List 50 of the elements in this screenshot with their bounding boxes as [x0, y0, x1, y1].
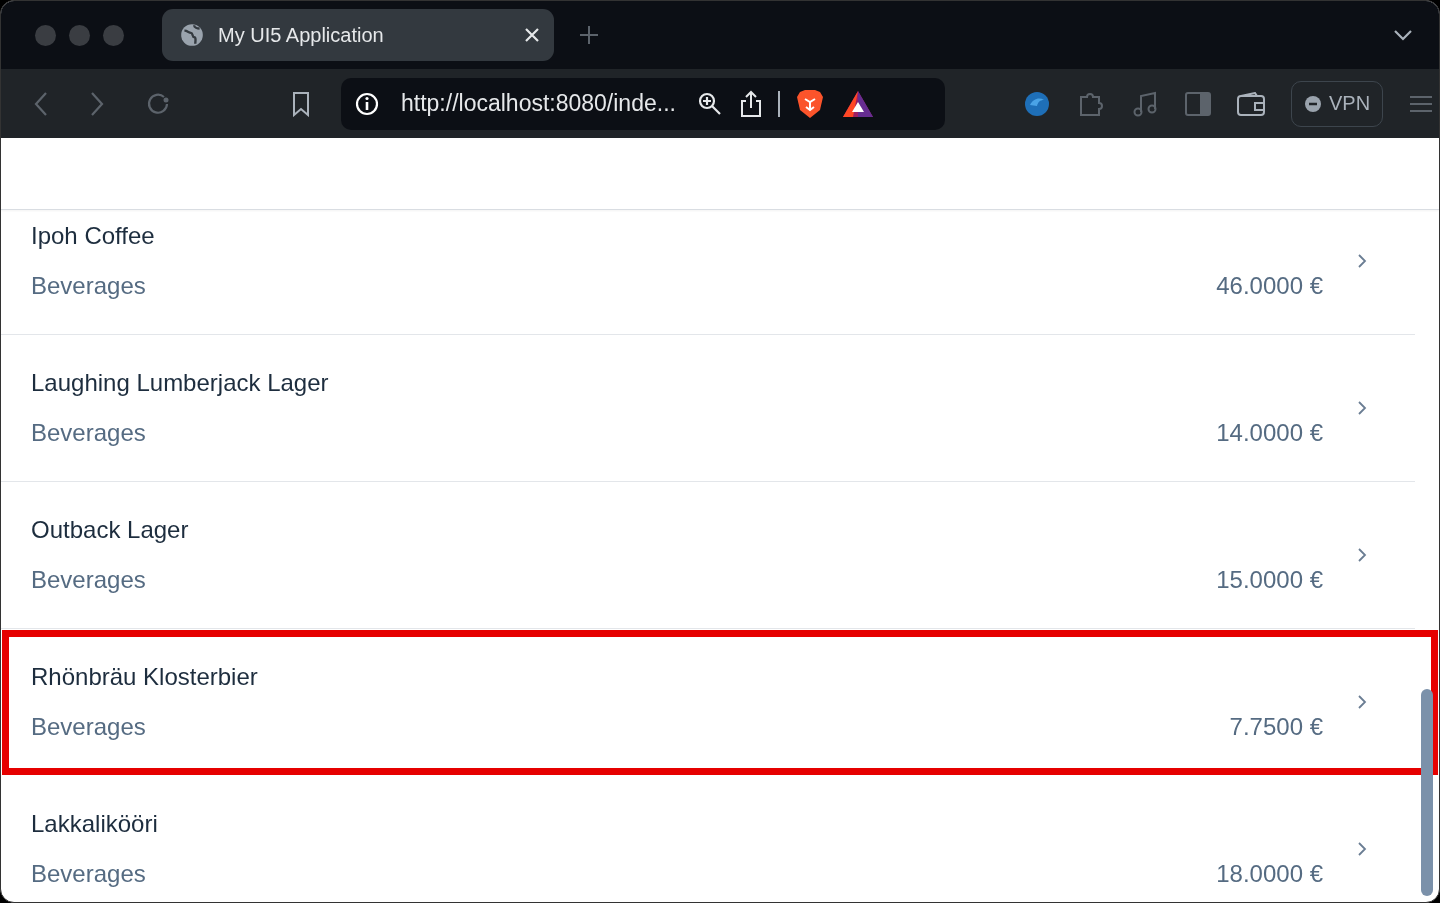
forward-icon[interactable]	[89, 90, 105, 117]
bird-icon[interactable]	[1023, 89, 1051, 118]
back-icon[interactable]	[33, 90, 49, 117]
product-price: 14.0000 €	[1216, 419, 1323, 447]
scrollbar-thumb[interactable]	[1421, 689, 1433, 896]
chevron-right-icon	[1357, 694, 1367, 710]
chevron-right-icon	[1357, 253, 1367, 269]
product-category: Beverages	[31, 419, 146, 447]
menu-icon[interactable]	[1409, 94, 1434, 113]
product-category: Beverages	[31, 860, 146, 888]
product-price: 46.0000 €	[1216, 272, 1323, 300]
chevron-right-icon	[1357, 841, 1367, 857]
close-icon[interactable]	[524, 27, 540, 43]
product-name: Lakkalikööri	[31, 810, 159, 838]
list-item[interactable]: Lakkalikööri Beverages 18.0000 €	[1, 776, 1415, 902]
product-name: Outback Lager	[31, 516, 190, 544]
product-price: 15.0000 €	[1216, 566, 1323, 594]
info-icon[interactable]	[355, 91, 379, 116]
bookmark-icon[interactable]	[291, 90, 311, 117]
chevron-down-icon[interactable]	[1393, 29, 1413, 41]
minus-circle-icon	[1304, 94, 1322, 113]
product-name: Laughing Lumberjack Lager	[31, 369, 330, 397]
music-icon[interactable]	[1131, 89, 1159, 118]
new-tab-icon[interactable]	[579, 25, 599, 45]
globe-icon	[179, 22, 205, 48]
list-item[interactable]: Rhönbräu Klosterbier Beverages 7.7500 €	[1, 629, 1439, 776]
product-category: Beverages	[31, 713, 146, 741]
triangle-icon[interactable]	[841, 89, 874, 118]
window-control-icon[interactable]	[103, 24, 124, 46]
product-name: Rhönbräu Klosterbier	[31, 663, 259, 691]
list-item[interactable]: Outback Lager Beverages 15.0000 €	[1, 482, 1415, 629]
zoom-icon[interactable]	[697, 91, 722, 116]
product-price: 18.0000 €	[1216, 860, 1323, 888]
share-icon[interactable]	[739, 89, 762, 118]
wallet-icon[interactable]	[1237, 91, 1265, 116]
product-category: Beverages	[31, 566, 146, 594]
vpn-button[interactable]: VPN	[1291, 80, 1384, 127]
product-name: Ipoh Coffee	[31, 222, 156, 250]
list-item[interactable]: Ipoh Coffee Beverages 46.0000 €	[1, 210, 1415, 335]
address-bar[interactable]: http://localhost:8080/inde...	[341, 77, 945, 130]
lion-shield-icon[interactable]	[795, 88, 824, 119]
product-price: 7.7500 €	[1229, 713, 1323, 741]
chevron-right-icon	[1357, 547, 1367, 563]
list-item[interactable]: Laughing Lumberjack Lager Beverages 14.0000 €	[1, 335, 1415, 482]
product-category: Beverages	[31, 272, 146, 300]
window-control-icon[interactable]	[69, 24, 90, 46]
sidebar-icon[interactable]	[1185, 91, 1211, 116]
chevron-right-icon	[1357, 400, 1367, 416]
browser-tab[interactable]: My UI5 Application	[162, 9, 554, 61]
window-control-icon[interactable]	[35, 24, 56, 46]
